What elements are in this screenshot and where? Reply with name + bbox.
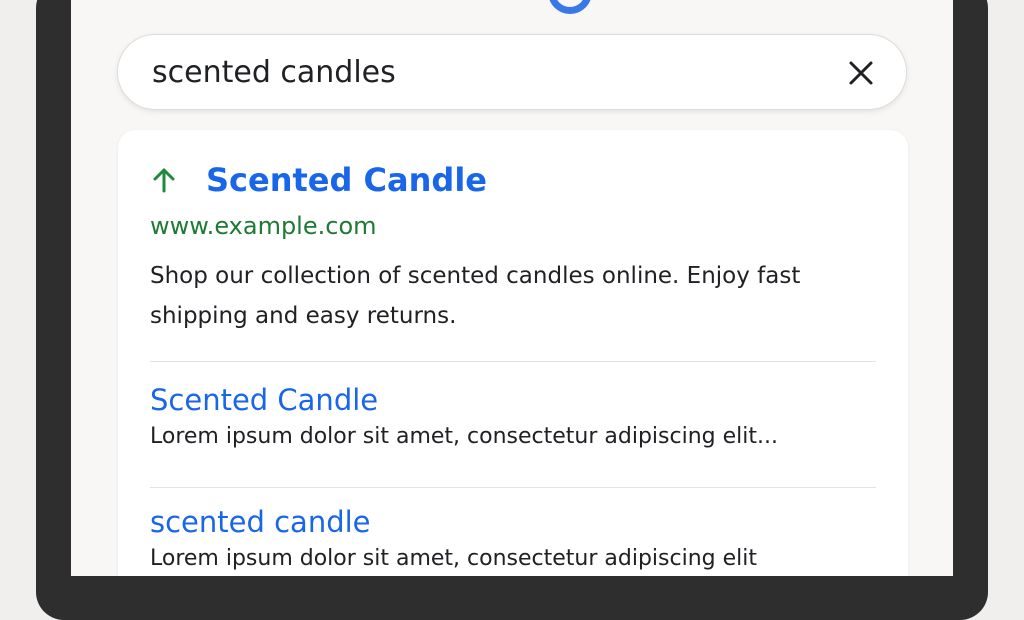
list-item: Scented Candle Lorem ipsum dolor sit ame…	[150, 382, 880, 449]
results-card: Scented Candle www.example.com Shop our …	[118, 130, 908, 576]
top-result-url: www.example.com	[150, 212, 377, 240]
result-snippet: Lorem ipsum dolor sit amet, consectetur …	[150, 546, 757, 571]
search-bar[interactable]	[117, 34, 907, 110]
top-result-snippet: Shop our collection of scented candles o…	[150, 263, 801, 329]
browser-screen: Scented Candle www.example.com Shop our …	[71, 0, 953, 576]
result-title-link[interactable]: scented candle	[150, 504, 371, 540]
result-title-link[interactable]: Scented Candle	[150, 382, 378, 418]
top-result-title-link[interactable]: Scented Candle	[206, 161, 487, 199]
result-divider	[150, 487, 876, 488]
google-logo-icon	[548, 0, 592, 14]
list-item: scented candle Lorem ipsum dolor sit ame…	[150, 504, 880, 571]
top-result: Scented Candle www.example.com Shop our …	[150, 158, 880, 336]
result-snippet: Lorem ipsum dolor sit amet, consectetur …	[150, 424, 778, 449]
top-result-title-row: Scented Candle	[150, 158, 880, 202]
close-icon[interactable]	[846, 58, 876, 88]
result-divider	[150, 361, 876, 362]
arrow-up-icon	[153, 168, 175, 193]
search-input[interactable]	[152, 51, 792, 93]
